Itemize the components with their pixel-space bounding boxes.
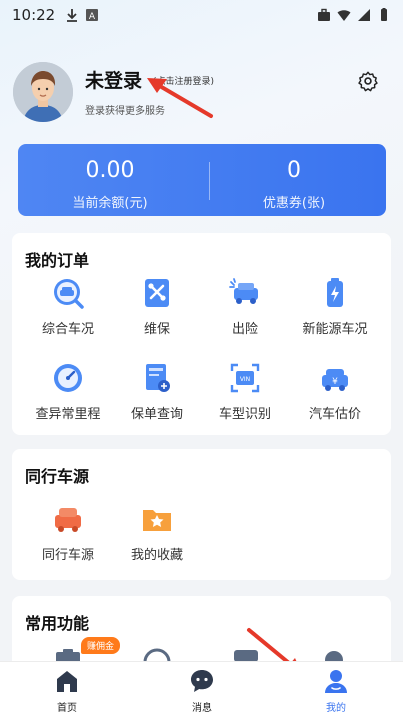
- message-icon: [191, 670, 213, 692]
- nav-label: 消息: [192, 703, 212, 714]
- profile-icon: [325, 670, 347, 693]
- order-item-mileage-check[interactable]: 查异常里程: [25, 361, 111, 422]
- order-item-label: 汽车估价: [308, 407, 361, 422]
- balance-amount-value: 0.00: [85, 158, 135, 183]
- peer-car-icon: [55, 508, 81, 532]
- order-item-label: 新能源车况: [302, 322, 368, 337]
- favorites-folder-icon: [143, 510, 171, 531]
- battery-status-icon: [381, 8, 387, 21]
- order-item-label: 维保: [143, 322, 170, 337]
- order-item-policy-query[interactable]: 保单查询: [114, 361, 200, 422]
- order-item-label: 查异常里程: [35, 407, 101, 422]
- svg-text:VIN: VIN: [240, 376, 250, 383]
- nav-label: 我的: [326, 703, 346, 714]
- nav-item-messages[interactable]: 消息: [162, 668, 242, 714]
- peer-title: 同行车源: [25, 467, 90, 486]
- annotation-arrow: [147, 78, 213, 118]
- avatar-illustration-icon: [13, 62, 73, 122]
- order-item-label: 保单查询: [130, 407, 183, 422]
- order-item-label: 出险: [231, 322, 258, 337]
- coupon-count-value: 0: [287, 158, 301, 183]
- battery-icon: [327, 278, 343, 307]
- orders-card: 我的订单 综合车况 维保 出险 新能源车况 查异常里程 保单查询 VIN 车型识…: [12, 233, 391, 435]
- bottom-nav: 首页 消息 我的: [0, 661, 403, 718]
- svg-text:A: A: [89, 12, 96, 22]
- insurance-policy-icon: [146, 364, 170, 392]
- status-bar: 10:22 A: [0, 0, 403, 30]
- order-item-car-valuation[interactable]: ¥ 汽车估价: [292, 361, 378, 422]
- nav-label: 首页: [57, 703, 77, 714]
- gauge-icon: [143, 648, 171, 662]
- clipboard-icon: [56, 649, 80, 662]
- peer-item-label: 同行车源: [41, 548, 94, 563]
- peer-item-label: 我的收藏: [130, 548, 183, 563]
- nav-item-profile[interactable]: 我的: [296, 668, 376, 714]
- briefcase-icon: [318, 8, 330, 21]
- accident-icon: [229, 278, 258, 304]
- peer-card: 同行车源 同行车源 我的收藏: [12, 449, 391, 580]
- user-icon: [325, 651, 343, 662]
- order-item-label: 车型识别: [218, 407, 271, 422]
- odometer-icon: [54, 364, 82, 392]
- order-item-maintenance[interactable]: 维保: [114, 276, 200, 337]
- svg-text:¥: ¥: [332, 377, 338, 387]
- balance-card: 0.00 当前余额(元) 0 优惠券(张): [18, 144, 386, 216]
- settings-gear-icon[interactable]: [357, 70, 379, 92]
- orders-title: 我的订单: [25, 251, 90, 270]
- balance-amount-label: 当前余额(元): [72, 196, 148, 211]
- status-time: 10:22: [12, 6, 56, 24]
- download-icon: [67, 9, 78, 22]
- home-icon: [57, 671, 77, 692]
- earn-commission-badge: 赚佣金: [81, 637, 121, 654]
- peer-item-peer-cars[interactable]: 同行车源: [25, 502, 111, 563]
- wifi-icon: [337, 10, 351, 21]
- maintenance-icon: [145, 279, 169, 307]
- common-functions-title: 常用功能: [25, 614, 90, 633]
- coupon-count[interactable]: 0 优惠券(张): [202, 144, 386, 216]
- car-price-icon: ¥: [322, 369, 348, 391]
- login-status-title[interactable]: 未登录: [85, 66, 142, 93]
- car-search-icon: [54, 279, 84, 309]
- peer-item-favorites[interactable]: 我的收藏: [114, 502, 200, 563]
- balance-amount[interactable]: 0.00 当前余额(元): [18, 144, 202, 216]
- order-item-new-energy[interactable]: 新能源车况: [292, 276, 378, 337]
- nav-item-home[interactable]: 首页: [27, 668, 107, 714]
- signal-icon: [358, 9, 370, 21]
- order-item-vehicle-condition[interactable]: 综合车况: [25, 276, 111, 337]
- coupon-count-label: 优惠券(张): [262, 196, 326, 211]
- avatar[interactable]: [13, 62, 73, 122]
- order-item-model-recognition[interactable]: VIN 车型识别: [202, 361, 288, 422]
- order-item-accident[interactable]: 出险: [202, 276, 288, 337]
- app-notification-icon: A: [86, 9, 99, 22]
- vin-scan-icon: VIN: [230, 363, 260, 393]
- order-item-label: 综合车况: [41, 322, 94, 337]
